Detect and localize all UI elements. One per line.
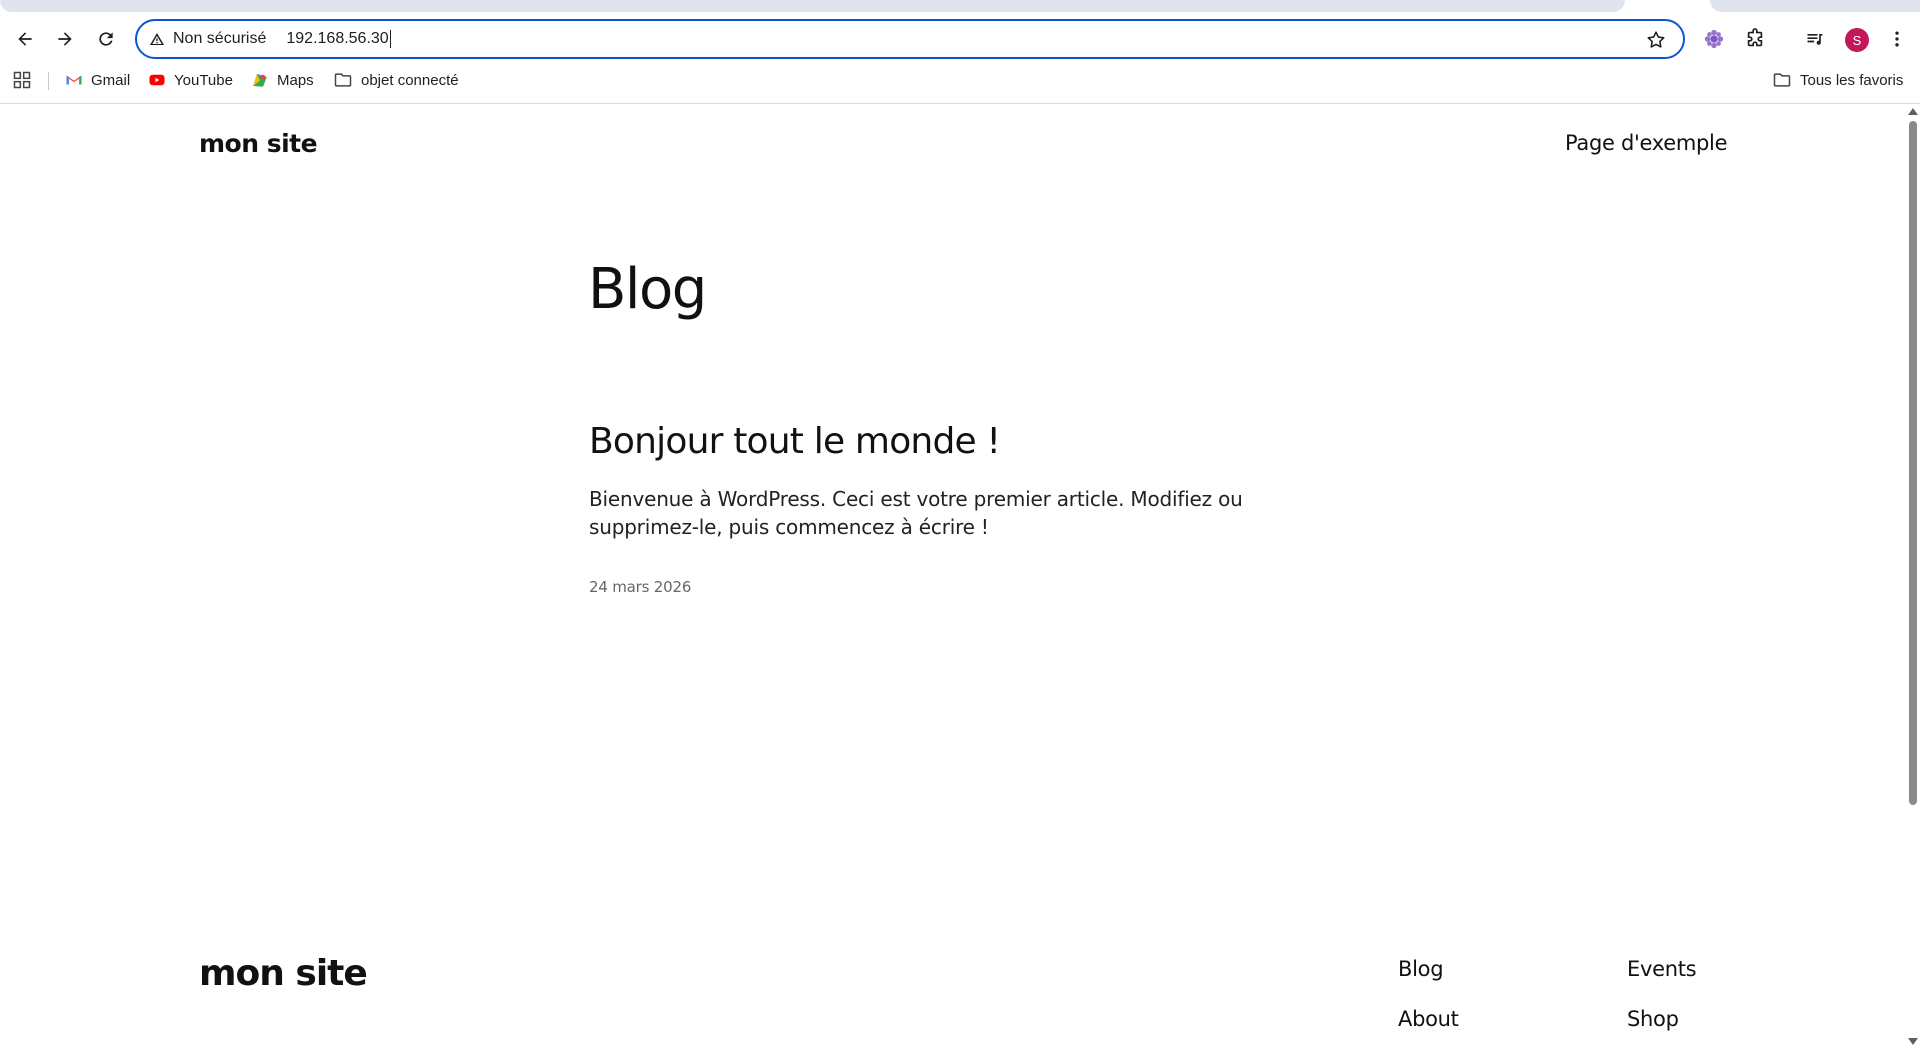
post-title[interactable]: Bonjour tout le monde ! xyxy=(589,421,1001,462)
footer-link-events[interactable]: Events xyxy=(1627,957,1697,981)
media-queue-icon[interactable] xyxy=(1803,27,1827,51)
bookmark-gmail[interactable]: Gmail xyxy=(65,68,130,92)
arrow-left-icon xyxy=(18,32,32,46)
url-text[interactable]: 192.168.56.30 xyxy=(286,29,391,48)
forward-button[interactable] xyxy=(50,24,80,54)
scroll-up-arrow-icon[interactable] xyxy=(1908,108,1918,115)
bookmark-label: objet connecté xyxy=(361,71,459,89)
profile-avatar[interactable]: S xyxy=(1845,28,1869,52)
bookmark-maps[interactable]: Maps xyxy=(251,68,314,92)
post-date[interactable]: 24 mars 2026 xyxy=(589,578,691,596)
footer-site-title[interactable]: mon site xyxy=(199,953,368,994)
gmail-icon xyxy=(66,75,82,85)
scrollbar-thumb[interactable] xyxy=(1909,121,1917,805)
youtube-icon xyxy=(149,74,165,86)
bookmark-label: Gmail xyxy=(91,71,131,89)
footer-link-blog[interactable]: Blog xyxy=(1398,957,1444,981)
bookmark-label: YouTube xyxy=(174,71,233,89)
all-bookmarks-folder[interactable]: Tous les favoris xyxy=(1772,68,1903,92)
page-title: Blog xyxy=(588,257,707,322)
bookmark-youtube[interactable]: YouTube xyxy=(148,68,233,92)
reload-icon xyxy=(99,32,113,46)
bookmarks-divider xyxy=(48,72,49,90)
star-icon[interactable] xyxy=(1645,29,1667,51)
address-bar[interactable]: Non sécurisé 192.168.56.30 xyxy=(135,19,1685,59)
footer-link-about[interactable]: About xyxy=(1398,1007,1459,1031)
tab-strip xyxy=(0,0,1625,12)
post-excerpt: Bienvenue à WordPress. Ceci est votre pr… xyxy=(589,487,1243,539)
all-bookmarks-label: Tous les favoris xyxy=(1800,71,1904,89)
bookmark-folder-objet-connecte[interactable]: objet connecté xyxy=(333,68,459,92)
arrow-right-icon xyxy=(58,32,72,46)
browser-chrome: Non sécurisé 192.168.56.30 S Gmail YouTu… xyxy=(0,0,1920,104)
folder-icon xyxy=(1773,73,1791,87)
scroll-down-arrow-icon[interactable] xyxy=(1908,1038,1918,1045)
bookmarks-bar: Gmail YouTube Maps objet connecté Tous l… xyxy=(0,68,1920,92)
bookmark-label: Maps xyxy=(277,71,314,89)
url-value: 192.168.56.30 xyxy=(286,30,389,48)
tab-strip-right xyxy=(1710,0,1920,12)
folder-icon xyxy=(334,73,352,87)
apps-grid-icon[interactable] xyxy=(12,68,32,92)
site-title[interactable]: mon site xyxy=(199,129,318,158)
web-page: mon site Page d'exemple Blog Bonjour tou… xyxy=(0,105,1905,1048)
security-status[interactable]: Non sécurisé xyxy=(173,30,266,48)
extension-flower-icon[interactable] xyxy=(1702,27,1726,51)
back-button[interactable] xyxy=(10,24,40,54)
footer-link-shop[interactable]: Shop xyxy=(1627,1007,1679,1031)
warning-icon[interactable] xyxy=(149,30,167,48)
reload-button[interactable] xyxy=(91,24,121,54)
nav-link-page-exemple[interactable]: Page d'exemple xyxy=(1565,131,1728,155)
extensions-puzzle-icon[interactable] xyxy=(1743,27,1767,51)
menu-kebab-icon[interactable] xyxy=(1885,27,1909,51)
maps-icon xyxy=(253,74,267,87)
text-caret xyxy=(389,29,391,48)
vertical-scrollbar[interactable] xyxy=(1905,105,1920,1048)
